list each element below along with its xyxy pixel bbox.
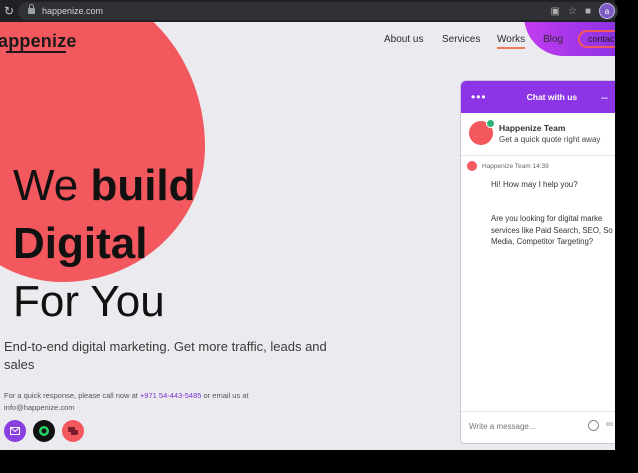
team-avatar xyxy=(469,119,495,145)
hero-word-digital: Digital xyxy=(13,219,148,268)
cast-icon[interactable]: ▣ xyxy=(551,6,560,17)
address-bar[interactable]: happenize.com xyxy=(18,2,618,20)
chat-title: Chat with us xyxy=(526,92,578,102)
team-name: Happenize Team xyxy=(499,123,566,133)
hero-word-we: We xyxy=(13,161,79,210)
logo-underline xyxy=(6,51,66,53)
quick-response-text: For a quick response, please call now at… xyxy=(4,390,304,414)
reload-icon[interactable]: ↻ xyxy=(2,4,16,18)
emoji-icon[interactable] xyxy=(588,420,599,431)
whatsapp-social-button[interactable] xyxy=(33,420,55,442)
chat-message: Are you looking for digital marke servic… xyxy=(491,214,613,246)
hero-tagline: End-to-end digital marketing. Get more t… xyxy=(4,339,327,372)
email-social-button[interactable] xyxy=(4,420,26,442)
chat-divider xyxy=(461,411,615,412)
message-meta: Happenize Team 14:39 xyxy=(482,163,549,170)
chat-team-info: Happenize Team Get a quick quote right a… xyxy=(461,113,615,156)
url-text: happenize.com xyxy=(42,6,104,16)
attachment-icon[interactable]: ∞ xyxy=(606,419,613,430)
minimize-icon[interactable]: – xyxy=(601,90,608,104)
webpage: appenize About us Services Works Blog co… xyxy=(0,22,615,450)
whatsapp-icon xyxy=(39,426,49,436)
nav-about-us[interactable]: About us xyxy=(384,34,423,45)
nav-blog[interactable]: Blog xyxy=(543,34,563,45)
site-logo[interactable]: appenize xyxy=(0,31,77,52)
chat-widget[interactable]: ••• Chat with us – Happenize Team Get a … xyxy=(460,80,615,444)
hero-word-build: build xyxy=(90,161,196,210)
profile-avatar[interactable]: a xyxy=(599,3,615,19)
chat-message-input[interactable] xyxy=(469,422,579,431)
browser-actions: ▣ ☆ ■ a xyxy=(551,3,615,19)
message-avatar xyxy=(467,161,477,171)
bookmark-star-icon[interactable]: ☆ xyxy=(568,6,577,17)
hero-line-2: Digital xyxy=(13,222,147,266)
browser-toolbar: ↻ happenize.com ▣ ☆ ■ a xyxy=(0,0,618,22)
more-options-icon[interactable]: ••• xyxy=(471,90,487,104)
quick-prefix: For a quick response, please call now at xyxy=(4,391,138,400)
nav-services[interactable]: Services xyxy=(442,34,480,45)
extensions-puzzle-icon[interactable]: ■ xyxy=(585,6,591,17)
team-subtitle: Get a quick quote right away xyxy=(499,135,601,144)
chat-message: Hi! How may I help you? xyxy=(491,180,578,189)
hero-line-1: We build xyxy=(13,164,196,208)
chat-bubble-icon xyxy=(68,426,78,435)
quick-middle: or email us at xyxy=(203,391,249,400)
email-link[interactable]: info@happenize.com xyxy=(4,403,75,412)
hero-line-3: For You xyxy=(13,277,165,326)
chat-social-button[interactable] xyxy=(62,420,84,442)
contact-button[interactable]: contac xyxy=(578,30,615,48)
nav-works[interactable]: Works xyxy=(497,34,526,49)
lock-icon xyxy=(28,4,35,14)
mail-icon xyxy=(10,427,20,435)
phone-link[interactable]: +971 54-443-5485 xyxy=(140,391,202,400)
chat-header: ••• Chat with us – xyxy=(461,81,615,113)
